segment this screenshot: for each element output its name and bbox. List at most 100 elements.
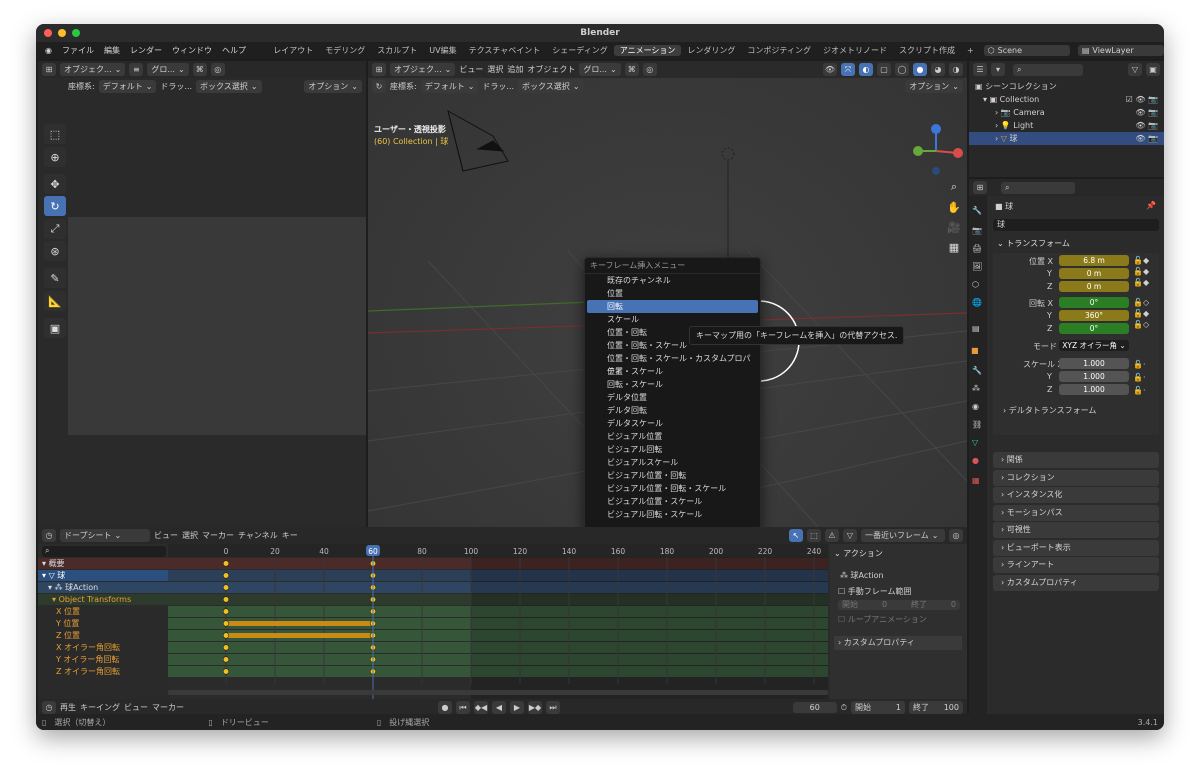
loop-animation-checkbox[interactable]: ☐ ループアニメーション [838, 614, 927, 625]
tl-menu-playback[interactable]: 再生 [60, 702, 76, 713]
world-tab-icon[interactable]: 🌐 [972, 298, 982, 307]
pin-icon[interactable]: 📌 [1146, 201, 1156, 210]
menu-render[interactable]: レンダー [125, 45, 167, 56]
left-menu-icon[interactable]: ≡ [129, 63, 144, 76]
render-tab-icon[interactable]: 📷 [972, 226, 982, 235]
keyframe-menu-item[interactable]: ビジュアル回転・スケール [587, 508, 758, 521]
transform-tool-icon[interactable]: ⊛ [44, 241, 66, 261]
channel-action[interactable]: ▾ ⁂ 球Action [38, 582, 168, 593]
properties-section[interactable]: › コレクション [993, 469, 1159, 486]
filter-icon[interactable]: ▽ [1128, 63, 1142, 76]
camera-visibility-icons[interactable]: 👁 📷 [1135, 106, 1158, 119]
errors-icon[interactable]: ⚠ [825, 529, 839, 542]
location-x-field[interactable]: 6.8 m [1059, 255, 1129, 266]
left-mode-select[interactable]: オブジェク... ⌄ [60, 63, 126, 76]
channel-y-rotation[interactable]: Y オイラー角回転 [38, 654, 168, 665]
rotation-y-field[interactable]: 360° [1059, 310, 1129, 321]
viewport-options-button[interactable]: オプション ⌄ [905, 80, 963, 93]
keyframe-menu-item[interactable]: ビジュアル位置・回転 [587, 469, 758, 482]
constraints-tab-icon[interactable]: ⛓ [972, 420, 982, 429]
ds-menu-channel[interactable]: チャンネル [238, 530, 278, 541]
light-visibility-icons[interactable]: 👁 📷 [1135, 119, 1158, 132]
zoom-icon[interactable]: ⌕ [946, 179, 962, 195]
outliner-row-camera[interactable]: › 📷 Camera 👁 📷 [969, 106, 1164, 119]
move-tool-icon[interactable]: ✥ [44, 174, 66, 194]
next-key-icon[interactable]: ▶◆ [528, 701, 542, 714]
cursor-tool-icon[interactable]: ⊕ [44, 147, 66, 167]
menu-help[interactable]: ヘルプ [217, 45, 251, 56]
properties-section[interactable]: › インスタンス化 [993, 487, 1159, 503]
view-layer-tab-icon[interactable]: 🖼 [972, 262, 982, 271]
location-lock-icons[interactable]: 🔓◆ 🔓◆ 🔓◆ [1133, 255, 1149, 288]
tab-geometry-nodes[interactable]: ジオメトリノード [817, 45, 893, 56]
action-name[interactable]: ⁂ 球Action [840, 570, 884, 581]
tab-uv[interactable]: UV編集 [423, 45, 462, 56]
menu-add[interactable]: 追加 [507, 64, 523, 75]
select-tool-icon[interactable]: ⬚ [44, 124, 66, 144]
rotation-x-field[interactable]: 0° [1059, 297, 1129, 308]
left-options-button[interactable]: オプション ⌄ [304, 80, 362, 93]
keyframe-menu-item[interactable]: 位置・スケール [587, 365, 758, 378]
properties-section[interactable]: › ラインアート [993, 557, 1159, 573]
tab-texture-paint[interactable]: テクスチャペイント [463, 45, 547, 56]
keyframe-menu-item[interactable]: ビジュアル位置・スケール [587, 495, 758, 508]
properties-section[interactable]: › 可視性 [993, 522, 1159, 538]
channel-z-location[interactable]: Z 位置 [38, 630, 168, 641]
start-frame-field[interactable]: 開始 1 [851, 701, 905, 714]
tab-compositing[interactable]: コンポジティング [741, 45, 817, 56]
end-frame-field[interactable]: 終了 100 [909, 701, 963, 714]
ds-menu-key[interactable]: キー [282, 530, 298, 541]
view-layer-selector[interactable]: ▤ ViewLayer [1077, 45, 1164, 56]
scale-y-field[interactable]: 1.000 [1059, 371, 1129, 382]
tab-scripting[interactable]: スクリプト作成 [893, 45, 961, 56]
data-tab-icon[interactable]: ▽ [972, 438, 978, 447]
properties-type-icon[interactable]: ⊞ [973, 181, 987, 194]
menu-view[interactable]: ビュー [459, 64, 483, 75]
location-y-field[interactable]: 0 m [1059, 268, 1129, 279]
ds-menu-select[interactable]: 選択 [182, 530, 198, 541]
pan-hand-icon[interactable]: ✋ [946, 199, 962, 215]
manual-range-checkbox[interactable]: ☐ 手動フレーム範囲 [838, 586, 911, 597]
texture-tab-icon[interactable]: ▦ [972, 476, 980, 485]
channel-object[interactable]: ▾ ▽ 球 [38, 570, 168, 581]
viewport-mode-select[interactable]: オブジェク... ⌄ [390, 63, 456, 76]
keyframe-menu-item[interactable]: デルタ位置 [587, 391, 758, 404]
left-select-mode[interactable]: ボックス選択 ⌄ [196, 80, 262, 93]
outliner-row-light[interactable]: › 💡 Light 👁 📷 [969, 119, 1164, 132]
wireframe-shading-icon[interactable]: ◯ [895, 63, 909, 76]
scale-x-field[interactable]: 1.000 [1059, 358, 1129, 369]
snap-icon[interactable]: ⌘ [192, 63, 207, 76]
keyframe-menu-item[interactable]: 回転 [587, 300, 758, 313]
play-reverse-icon[interactable]: ◀ [492, 701, 506, 714]
rotation-mode-select[interactable]: XYZ オイラー角 ⌄ [1059, 340, 1129, 351]
keyframe-menu-item[interactable]: 回転・スケール [587, 378, 758, 391]
tool-settings-icon[interactable]: ↻ [372, 80, 386, 93]
ds-filter-icon[interactable]: ▽ [843, 529, 857, 542]
measure-tool-icon[interactable]: 📐 [44, 291, 66, 311]
tool-tab-icon[interactable]: 🔧 [972, 206, 982, 215]
maximize-window-button[interactable] [72, 29, 80, 37]
object-name-field[interactable]: 球 [993, 219, 1159, 231]
collection-visibility-icons[interactable]: ☑ 👁 📷 [1126, 93, 1158, 106]
tl-menu-view[interactable]: ビュー [124, 702, 148, 713]
viewport-select-mode[interactable]: ボックス選択 ⌄ [518, 80, 584, 93]
physics-tab-icon[interactable]: ◉ [972, 402, 979, 411]
dopesheet-mode-select[interactable]: ドープシート ⌄ [60, 529, 150, 542]
viewport-coord-select[interactable]: デフォルト ⌄ [420, 80, 479, 93]
ds-menu-marker[interactable]: マーカー [202, 530, 234, 541]
xray-icon[interactable]: ▢ [877, 63, 891, 76]
keyframe-area[interactable]: 02040608010012014016018020022024060 [168, 544, 828, 699]
channel-x-rotation[interactable]: X オイラー角回転 [38, 642, 168, 653]
action-custom-props[interactable]: › カスタムプロパティ [834, 636, 962, 650]
viewport-proportional-icon[interactable]: ◎ [642, 63, 657, 76]
left-transform-orientation[interactable]: グロ... ⌄ [147, 63, 189, 76]
keyframe-menu-item[interactable]: 既存のチャンネル [587, 274, 758, 287]
delta-transform-header[interactable]: › デルタトランスフォーム [1003, 405, 1096, 416]
snap-mode-select[interactable]: 一番近いフレーム ⌄ [861, 529, 945, 542]
outliner-row-sphere[interactable]: › ▽ 球 👁 📷 [969, 132, 1164, 145]
navigation-gizmo[interactable] [908, 121, 964, 177]
transform-panel-header[interactable]: ⌄ トランスフォーム [993, 236, 1159, 252]
solid-shading-icon[interactable]: ● [913, 63, 927, 76]
new-collection-icon[interactable]: ▣ [1146, 63, 1160, 76]
menu-select[interactable]: 選択 [487, 64, 503, 75]
